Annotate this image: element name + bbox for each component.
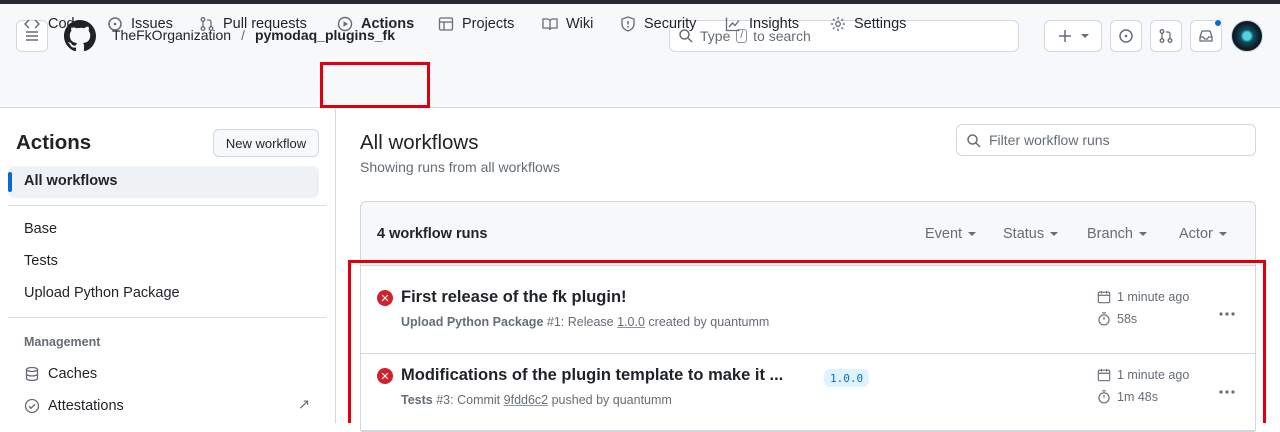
sidebar-divider [8,205,327,206]
highlight-actions-tab [320,62,430,108]
git-pull-request-icon [1159,29,1173,43]
sidebar-item-base[interactable]: Base [24,221,57,237]
search-icon [967,134,981,148]
page-subtitle: Showing runs from all workflows [360,159,560,175]
shield-icon [621,16,635,32]
event-filter-label: Event [925,226,963,242]
chevron-down-icon [968,232,977,236]
tab-settings[interactable]: Settings [830,4,906,44]
branch-filter[interactable]: Branch [1087,226,1147,242]
chevron-down-icon [1138,232,1147,236]
status-filter[interactable]: Status [1003,226,1059,242]
tab-pull-requests[interactable]: Pull requests [199,4,307,44]
create-new-button[interactable] [1044,20,1102,52]
actor-filter-label: Actor [1179,226,1213,242]
chevron-down-icon [1218,232,1227,236]
book-icon [542,18,558,31]
active-indicator [8,172,12,192]
avatar[interactable] [1231,20,1263,52]
inbox-icon [1199,30,1213,42]
status-filter-label: Status [1003,226,1045,242]
filter-placeholder: Filter workflow runs [989,132,1110,148]
management-heading: Management [24,335,101,349]
sidebar-item-upload-python-package[interactable]: Upload Python Package [24,285,180,301]
runs-list-header: 4 workflow runs Event Status Branch Acto… [361,202,1255,266]
tab-insights-label: Insights [749,16,799,32]
tab-wiki-label: Wiki [566,16,594,32]
tab-security-label: Security [644,16,697,32]
tab-actions-label: Actions [361,16,415,32]
pull-requests-button[interactable] [1150,20,1182,52]
sidebar-item-caches[interactable]: Caches [48,366,97,382]
plus-icon [1059,30,1071,42]
tab-pull-requests-label: Pull requests [223,16,307,32]
gear-icon [831,17,845,31]
sidebar-item-attestations[interactable]: Attestations [48,398,124,414]
tab-wiki[interactable]: Wiki [542,4,593,44]
filter-runs-input[interactable]: Filter workflow runs [956,124,1256,156]
verified-icon [24,398,40,414]
sidebar-item-tests[interactable]: Tests [24,253,58,269]
runs-count: 4 workflow runs [377,226,488,242]
external-link-icon: ↗ [298,397,311,413]
new-workflow-button[interactable]: New workflow [213,129,319,157]
git-pull-request-icon [200,17,214,31]
tab-projects-label: Projects [462,16,515,32]
tab-security[interactable]: Security [620,4,696,44]
notification-indicator [1214,19,1222,27]
tab-issues[interactable]: Issues [107,4,173,44]
code-icon [24,19,40,29]
event-filter[interactable]: Event [925,226,977,242]
graph-icon [725,17,740,32]
play-icon [337,16,353,32]
tab-code[interactable]: Code [24,4,83,44]
tab-code-label: Code [48,16,83,32]
table-icon [438,17,454,31]
database-icon [25,366,39,382]
tab-settings-label: Settings [854,16,907,32]
tab-projects[interactable]: Projects [438,4,514,44]
tab-actions[interactable]: Actions [337,4,414,44]
tab-insights[interactable]: Insights [725,4,799,44]
highlight-runs-list [348,260,1266,423]
chevron-down-icon [1081,34,1089,38]
issue-opened-icon [1119,29,1133,43]
actor-filter[interactable]: Actor [1179,226,1227,242]
branch-filter-label: Branch [1087,226,1133,242]
sidebar-divider [8,317,327,318]
issue-opened-icon [108,17,122,31]
sidebar-item-all-workflows-label: All workflows [24,173,118,189]
repo-header: TheFkOrganization / pymodaq_plugins_fk T… [0,4,1280,108]
issues-button[interactable] [1110,20,1142,52]
sidebar-title: Actions [16,131,92,154]
page-title: All workflows [360,131,479,154]
actions-sidebar: Actions New workflow All workflows Base … [0,109,336,423]
chevron-down-icon [1050,232,1059,236]
tab-issues-label: Issues [131,16,173,32]
